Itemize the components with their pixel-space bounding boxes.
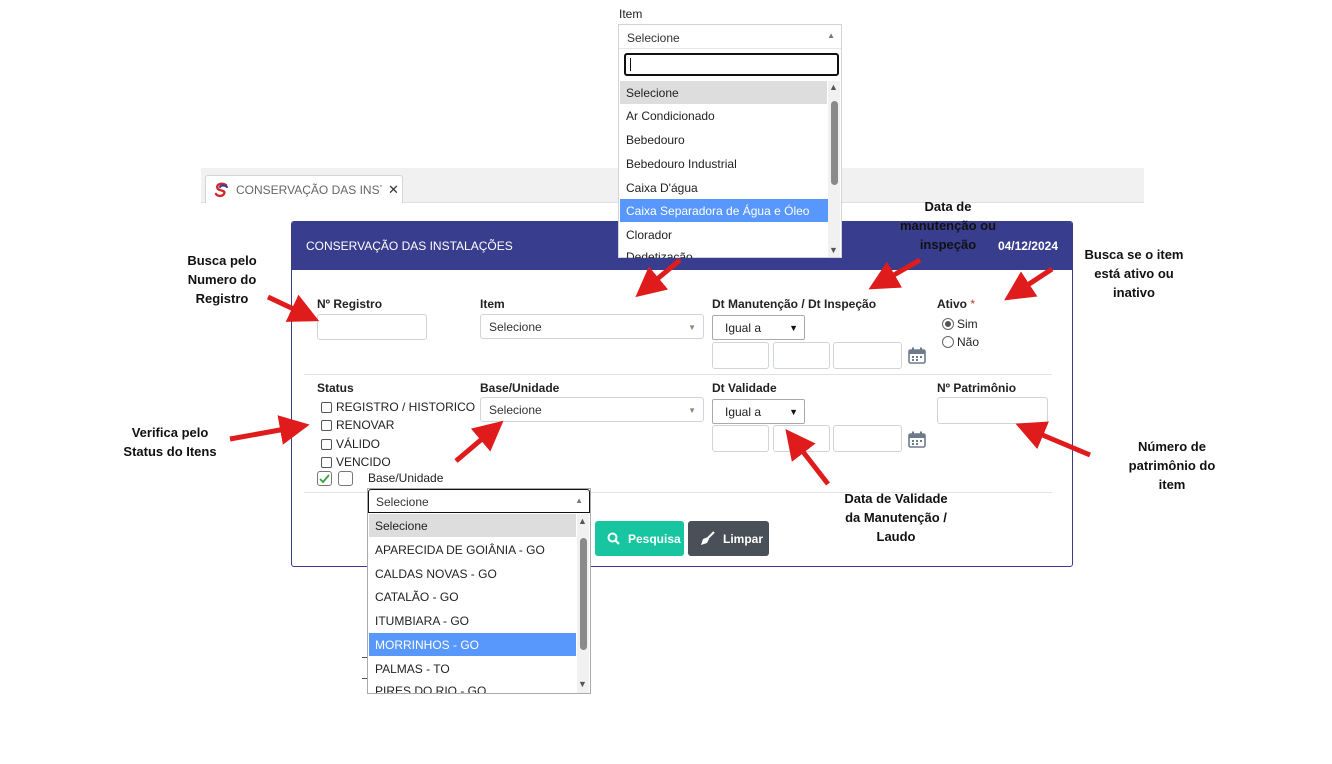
annotation-arrows bbox=[229, 257, 1091, 486]
arrow-item bbox=[635, 258, 682, 298]
arrow-dt-manutencao bbox=[868, 257, 922, 290]
arrow-registro bbox=[266, 294, 320, 322]
arrow-patrimonio bbox=[1015, 421, 1091, 458]
arrow-dt-validade bbox=[785, 428, 830, 486]
arrow-ativo bbox=[1004, 266, 1054, 301]
arrow-status bbox=[229, 415, 310, 445]
arrow-base bbox=[454, 420, 504, 463]
